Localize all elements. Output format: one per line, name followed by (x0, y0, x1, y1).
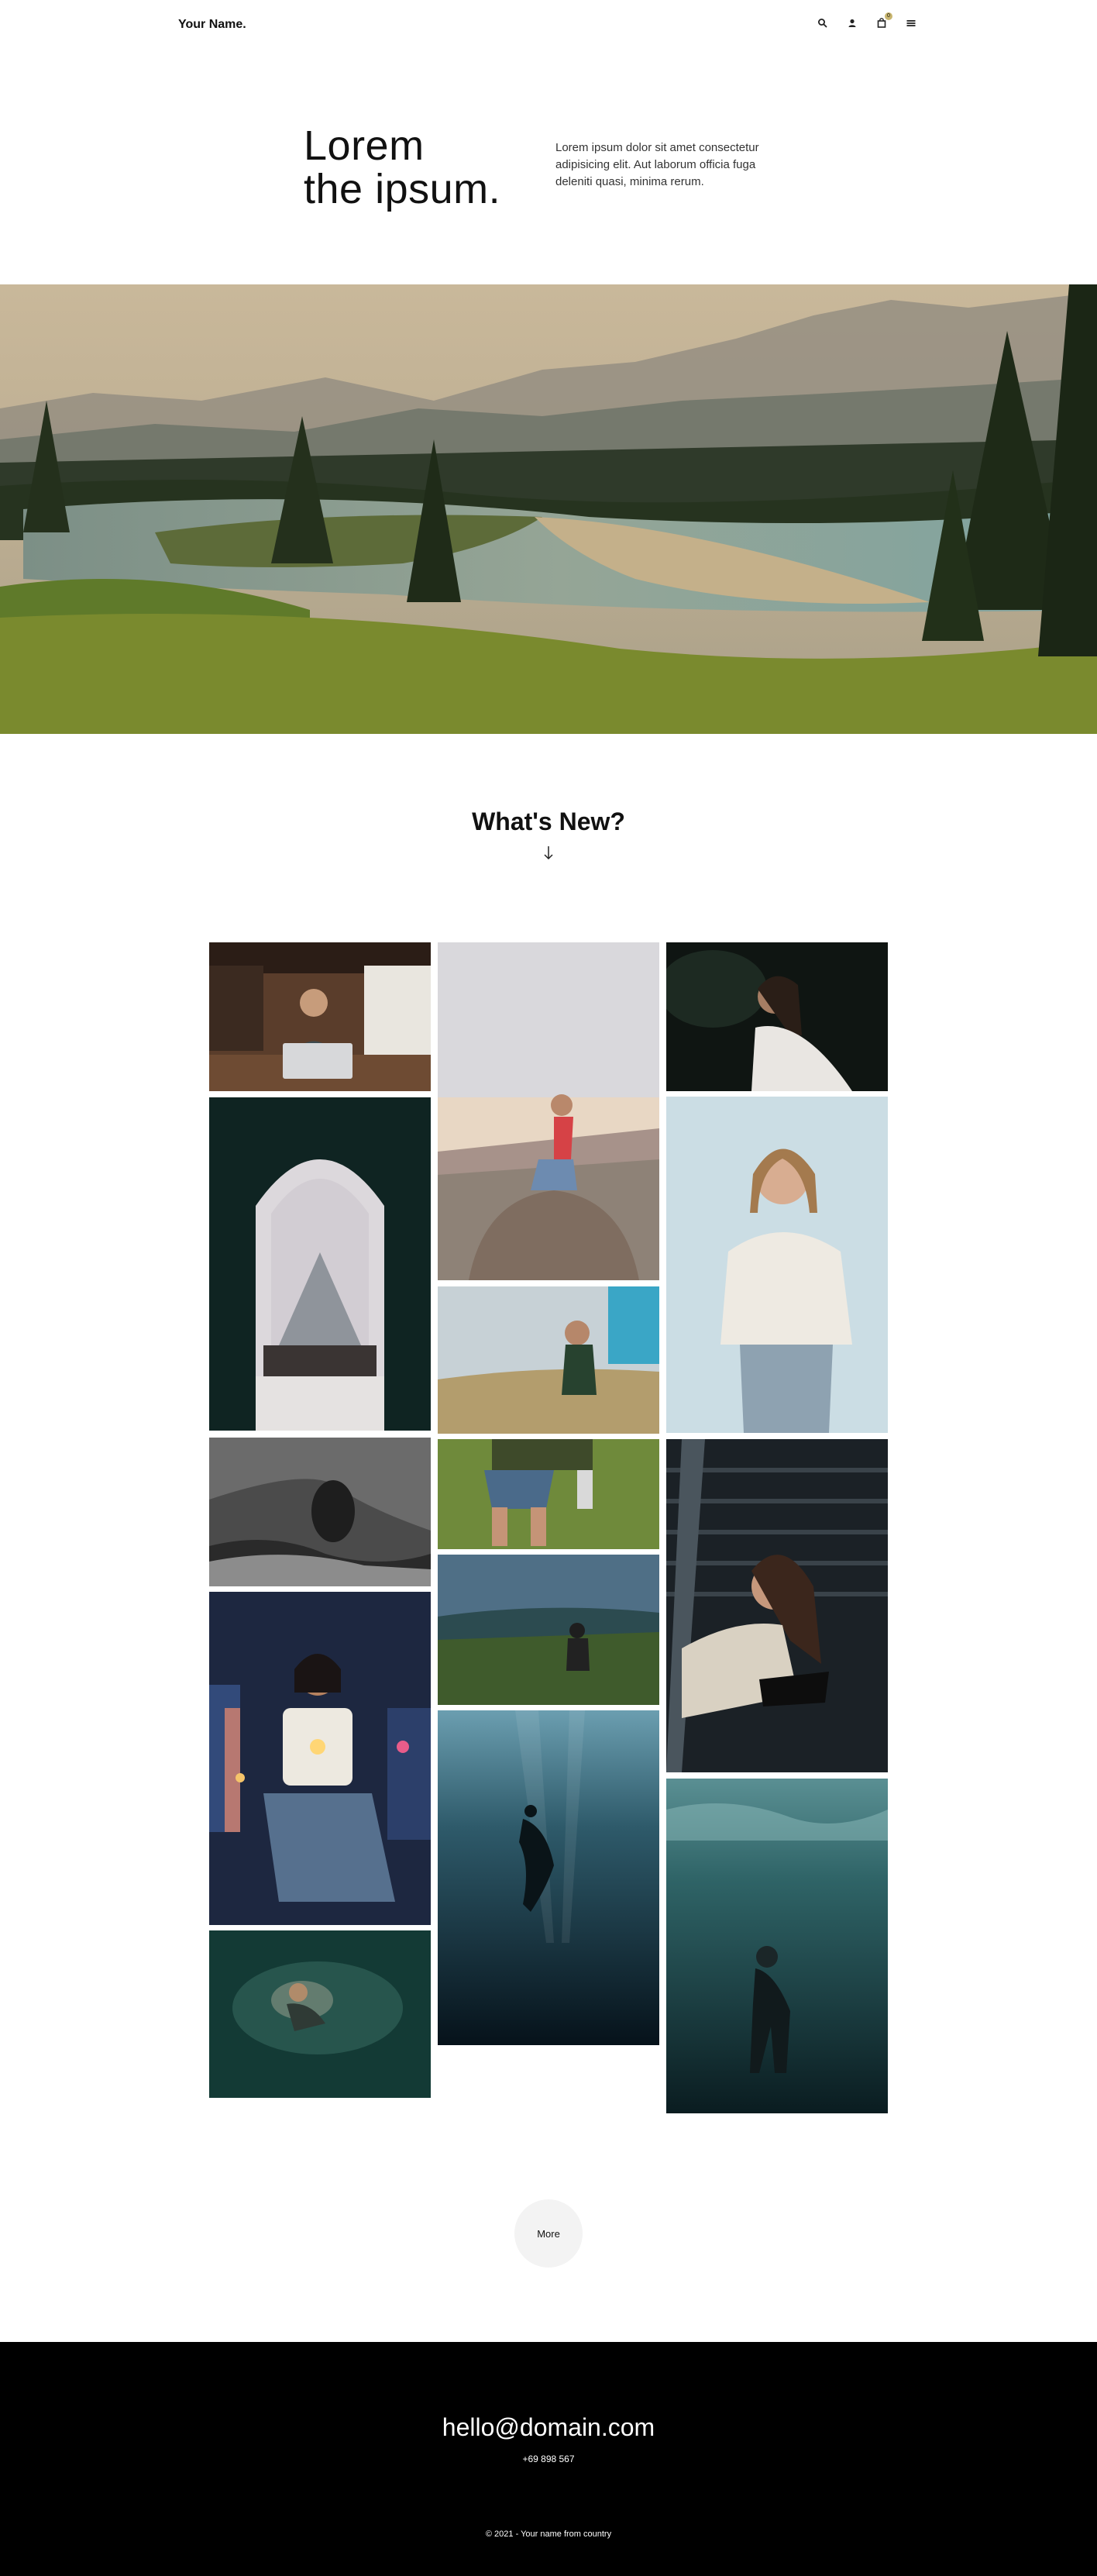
gallery-image-9[interactable] (666, 1439, 888, 1772)
footer-copyright: © 2021 - Your name from country (485, 2530, 612, 2539)
cart-count-badge: 0 (885, 12, 892, 20)
hero-title-line2: the ipsum. (304, 166, 501, 212)
cart-icon[interactable]: 0 (875, 12, 892, 29)
arrow-down-icon[interactable] (541, 844, 556, 863)
gallery-image-12[interactable] (438, 1710, 659, 2045)
gallery-image-14[interactable] (209, 1930, 431, 2098)
menu-icon[interactable] (905, 17, 917, 29)
gallery-image-5[interactable] (666, 1097, 888, 1433)
hero-title-line1: Lorem (304, 122, 425, 169)
gallery-image-11[interactable] (209, 1592, 431, 1925)
gallery-image-1[interactable] (209, 942, 431, 1091)
more-button[interactable]: More (514, 2199, 583, 2268)
gallery-image-2[interactable] (438, 942, 659, 1280)
site-header: Your Name. 0 (0, 0, 1097, 50)
site-logo[interactable]: Your Name. (178, 18, 246, 32)
site-footer: hello@domain.com +69 898 567 © 2021 - Yo… (0, 2342, 1097, 2576)
gallery-image-3[interactable] (666, 942, 888, 1091)
footer-phone[interactable]: +69 898 567 (0, 2454, 1097, 2464)
whats-new-title: What's New? (472, 808, 625, 835)
gallery-image-13[interactable] (666, 1779, 888, 2113)
gallery-image-7[interactable] (209, 1438, 431, 1586)
gallery-image-4[interactable] (209, 1097, 431, 1431)
search-icon[interactable] (817, 17, 829, 29)
hero-title: Lorem the ipsum. (304, 124, 500, 211)
hero-description: Lorem ipsum dolor sit amet consectetur a… (555, 141, 759, 188)
hero-banner-image (0, 284, 1097, 734)
header-icons: 0 (817, 12, 917, 29)
gallery-image-10[interactable] (438, 1555, 659, 1705)
user-icon[interactable] (846, 17, 858, 29)
footer-email-link[interactable]: hello@domain.com (0, 2413, 1097, 2442)
gallery-image-6[interactable] (438, 1286, 659, 1434)
gallery-image-8[interactable] (438, 1439, 659, 1549)
